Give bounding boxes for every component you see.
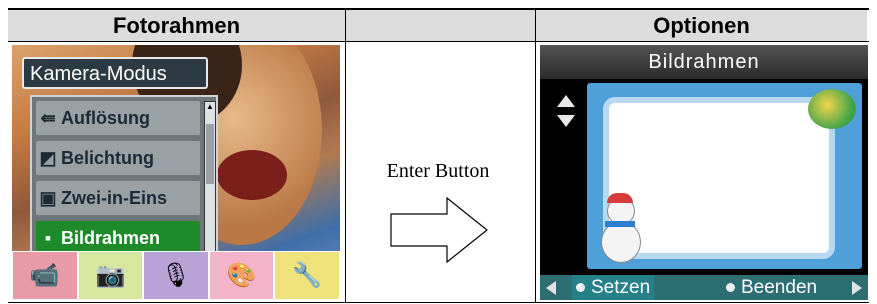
snowman-figure — [595, 193, 645, 263]
chameleon-figure — [808, 89, 856, 129]
menu-item-bildrahmen[interactable]: ▪ Bildrahmen — [36, 221, 200, 255]
camera-menu: ⇚ Auflösung ◩ Belichtung ▣ Zwei-in-Eins ▪ Bi… — [30, 95, 218, 270]
setzen-button[interactable]: Setzen — [572, 275, 655, 300]
audio-mode-button[interactable]: 🎙 — [143, 251, 209, 300]
camera-mode-button[interactable]: 📷 — [77, 251, 144, 300]
setup-mode-button[interactable]: 🔧 — [274, 251, 340, 300]
menu-item-label: Zwei-in-Eins — [61, 188, 168, 208]
effects-mode-button[interactable]: 🎨 — [208, 251, 275, 300]
frame-title: Bildrahmen — [540, 45, 868, 79]
menu-item-aufloesung[interactable]: ⇚ Auflösung — [36, 101, 200, 135]
scroll-thumb[interactable] — [206, 124, 214, 184]
menu-item-zwei-in-eins[interactable]: ▣ Zwei-in-Eins — [36, 181, 200, 215]
table-column-divider-left — [345, 10, 346, 302]
header-fotorahmen: Fotorahmen — [112, 13, 241, 38]
table-column-divider-right — [535, 10, 536, 302]
snowman-hat — [607, 193, 633, 203]
right-arrow-small-icon[interactable] — [852, 281, 862, 295]
microphone-icon: 🎙 — [160, 262, 192, 289]
video-camera-icon: 📹 — [29, 262, 60, 289]
header-optionen: Optionen — [653, 13, 750, 38]
menu-item-label: Bildrahmen — [61, 228, 161, 248]
frame-preview — [587, 83, 862, 269]
video-mode-button[interactable]: 📹 — [12, 251, 78, 300]
photo-frame-icon: ▪ — [44, 228, 52, 248]
menu-scrollbar[interactable]: ▲ ▼ — [204, 101, 216, 265]
options-screen: Bildrahmen Setzen Beenden — [540, 45, 868, 300]
table-header-divider — [8, 41, 869, 42]
table-bottom-border — [8, 302, 869, 303]
camera-icon: 📷 — [95, 262, 126, 289]
snowman-scarf — [605, 221, 635, 227]
button-dot-icon — [576, 283, 585, 293]
menu-item-label: Auflösung — [61, 108, 150, 128]
beenden-label: Beenden — [741, 277, 818, 298]
scroll-up-icon[interactable]: ▲ — [205, 102, 215, 112]
camera-mode-screen: Kamera-Modus ⇚ Auflösung ◩ Belichtung ▣ Zwe… — [12, 45, 340, 300]
right-arrow-icon — [390, 196, 488, 264]
menu-title: Kamera-Modus — [22, 57, 208, 89]
bottom-bar: Setzen Beenden — [540, 275, 868, 300]
tools-icon: 🔧 — [292, 262, 323, 289]
snowman-body — [601, 221, 641, 263]
two-in-one-icon: ▣ — [39, 188, 57, 208]
setzen-label: Setzen — [591, 277, 651, 298]
palette-icon: 🎨 — [226, 262, 257, 289]
button-dot-icon — [726, 283, 735, 293]
beenden-button[interactable]: Beenden — [722, 275, 821, 300]
down-arrow-icon[interactable] — [557, 115, 575, 127]
exposure-icon: ◩ — [39, 148, 57, 168]
menu-item-label: Belichtung — [61, 148, 154, 168]
photo-face-mouth — [217, 150, 287, 200]
menu-item-belichtung[interactable]: ◩ Belichtung — [36, 141, 200, 175]
up-arrow-icon[interactable] — [557, 95, 575, 107]
mode-bar: 📹 📷 🎙 🎨 🔧 — [12, 251, 340, 300]
left-arrow-icon[interactable] — [546, 281, 556, 295]
resolution-icon: ⇚ — [40, 108, 56, 128]
enter-button-label: Enter Button — [386, 160, 490, 182]
